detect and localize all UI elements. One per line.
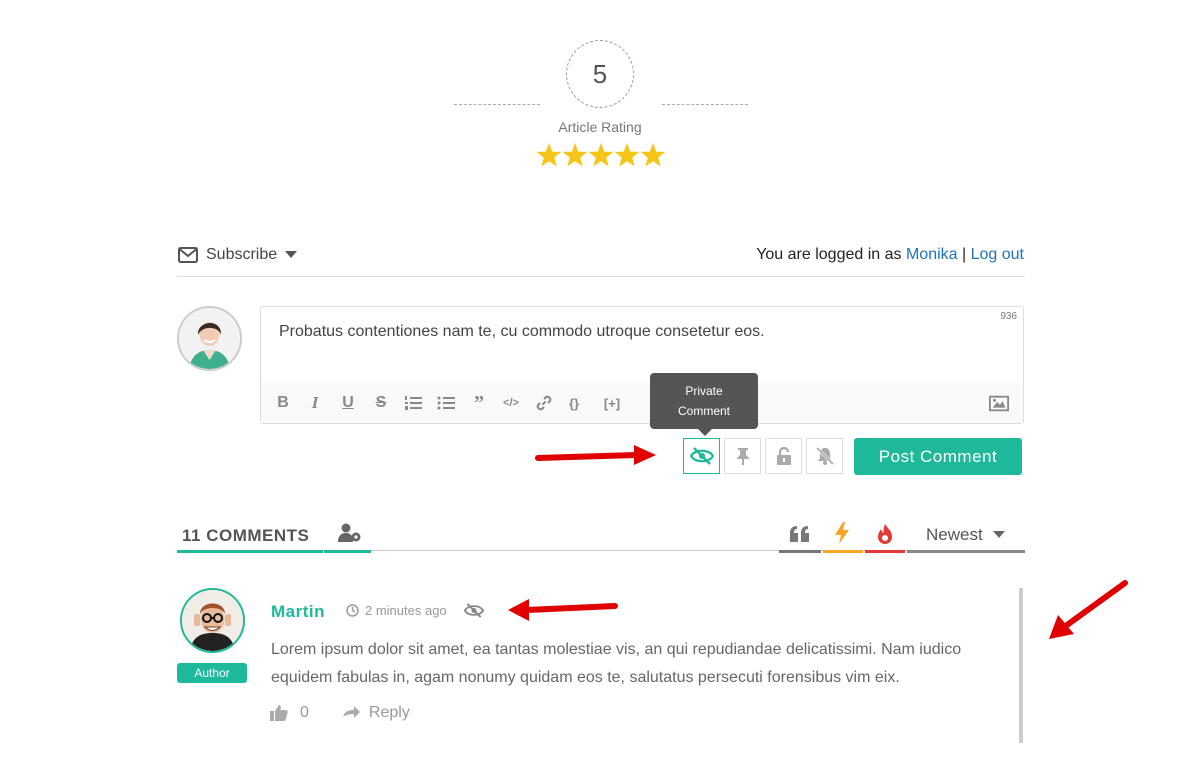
source-code-icon[interactable]: {} bbox=[564, 393, 584, 413]
blockquote-icon[interactable]: ” bbox=[469, 392, 489, 414]
star-icon bbox=[614, 143, 640, 167]
comment-author-avatar[interactable] bbox=[180, 588, 245, 653]
tab-underline-sort bbox=[907, 550, 1025, 553]
annotation-arrow-icon bbox=[535, 445, 656, 465]
reply-button[interactable]: Reply bbox=[341, 704, 410, 722]
subscribe-label: Subscribe bbox=[206, 246, 278, 263]
image-upload-icon[interactable] bbox=[989, 393, 1009, 413]
reply-label: Reply bbox=[368, 704, 410, 721]
star-icons[interactable] bbox=[536, 142, 666, 170]
caret-down-icon bbox=[992, 531, 1005, 538]
bold-icon[interactable]: B bbox=[273, 393, 293, 413]
login-separator: | bbox=[962, 246, 967, 263]
tab-underline-quote bbox=[779, 550, 821, 553]
comment-actions: 0 Reply bbox=[270, 704, 410, 722]
comment-textarea[interactable]: Probatus contentiones nam te, cu commodo… bbox=[279, 323, 765, 341]
caret-down-icon bbox=[285, 251, 298, 258]
tooltip-line-2: Comment bbox=[677, 404, 730, 418]
rating-label: Article Rating bbox=[558, 119, 642, 135]
annotation-arrow-icon bbox=[508, 599, 618, 621]
comments-count[interactable]: 11 COMMENTS bbox=[182, 526, 309, 546]
sticky-button[interactable] bbox=[724, 438, 761, 474]
underline-icon[interactable]: U bbox=[338, 393, 358, 413]
rating-value: 5 bbox=[566, 40, 634, 108]
editor-toolbar: B I U S ” </> {} [+] bbox=[261, 383, 1023, 423]
annotation-arrow-icon bbox=[1049, 580, 1128, 639]
private-eye-slash-icon bbox=[464, 603, 484, 618]
ordered-list-icon[interactable] bbox=[403, 393, 423, 413]
like-count: 0 bbox=[300, 704, 309, 721]
comment-time-text: 2 minutes ago bbox=[365, 603, 447, 618]
user-settings-icon[interactable] bbox=[338, 523, 362, 543]
comment-timestamp[interactable]: 2 minutes ago bbox=[346, 603, 447, 618]
tab-underline-fire bbox=[865, 550, 905, 553]
sort-dropdown[interactable]: Newest bbox=[926, 525, 1005, 545]
comment-body: Lorem ipsum dolor sit amet, ea tantas mo… bbox=[271, 641, 962, 686]
clock-icon bbox=[346, 604, 359, 617]
disable-notification-button[interactable] bbox=[806, 438, 843, 474]
pin-icon bbox=[736, 448, 749, 465]
rating-divider-right bbox=[662, 104, 748, 105]
reply-arrow-icon bbox=[342, 706, 360, 718]
star-icon bbox=[588, 143, 614, 167]
rating-stars[interactable] bbox=[536, 142, 666, 170]
code-icon[interactable]: </> bbox=[501, 393, 521, 413]
strikethrough-icon[interactable]: S bbox=[371, 393, 391, 413]
comment-editor[interactable]: Probatus contentiones nam te, cu commodo… bbox=[260, 306, 1024, 424]
envelope-icon bbox=[178, 247, 198, 263]
link-icon[interactable] bbox=[534, 393, 554, 413]
comment-author-name[interactable]: Martin bbox=[271, 602, 325, 622]
star-icon bbox=[562, 143, 588, 167]
tab-underline-comments bbox=[177, 550, 323, 553]
tooltip-line-1: Private bbox=[685, 384, 723, 398]
login-prefix: You are logged in as bbox=[756, 246, 902, 263]
italic-icon[interactable]: I bbox=[305, 393, 325, 413]
unlock-icon bbox=[776, 447, 791, 465]
post-comment-button[interactable]: Post Comment bbox=[854, 438, 1022, 475]
rating-divider-left bbox=[454, 104, 540, 105]
star-icon bbox=[640, 143, 666, 167]
private-comment-button[interactable] bbox=[683, 438, 720, 474]
star-icon bbox=[536, 143, 562, 167]
hottest-bolt-icon[interactable] bbox=[834, 522, 850, 544]
tab-underline-users bbox=[324, 550, 371, 553]
divider bbox=[177, 276, 1025, 277]
sort-label: Newest bbox=[926, 525, 983, 544]
bell-slash-icon bbox=[815, 446, 834, 466]
login-status: You are logged in as Monika | Log out bbox=[756, 246, 1024, 264]
author-badge: Author bbox=[177, 663, 247, 683]
spoiler-icon[interactable]: [+] bbox=[597, 393, 627, 413]
logout-link[interactable]: Log out bbox=[971, 246, 1024, 263]
char-counter: 936 bbox=[1000, 311, 1017, 322]
current-user-avatar bbox=[177, 306, 242, 371]
private-comment-tooltip: Private Comment bbox=[650, 373, 758, 436]
like-button[interactable]: 0 bbox=[270, 704, 309, 722]
most-reacted-quote-icon[interactable] bbox=[789, 525, 811, 543]
user-link[interactable]: Monika bbox=[906, 246, 958, 263]
comment-thread-line bbox=[1019, 588, 1023, 743]
close-thread-button[interactable] bbox=[765, 438, 802, 474]
thumbs-up-icon bbox=[270, 705, 288, 721]
trending-fire-icon[interactable] bbox=[876, 523, 894, 545]
subscribe-dropdown[interactable]: Subscribe bbox=[178, 246, 298, 264]
eye-slash-icon bbox=[689, 447, 714, 465]
tab-underline-bolt bbox=[823, 550, 863, 553]
unordered-list-icon[interactable] bbox=[436, 393, 456, 413]
